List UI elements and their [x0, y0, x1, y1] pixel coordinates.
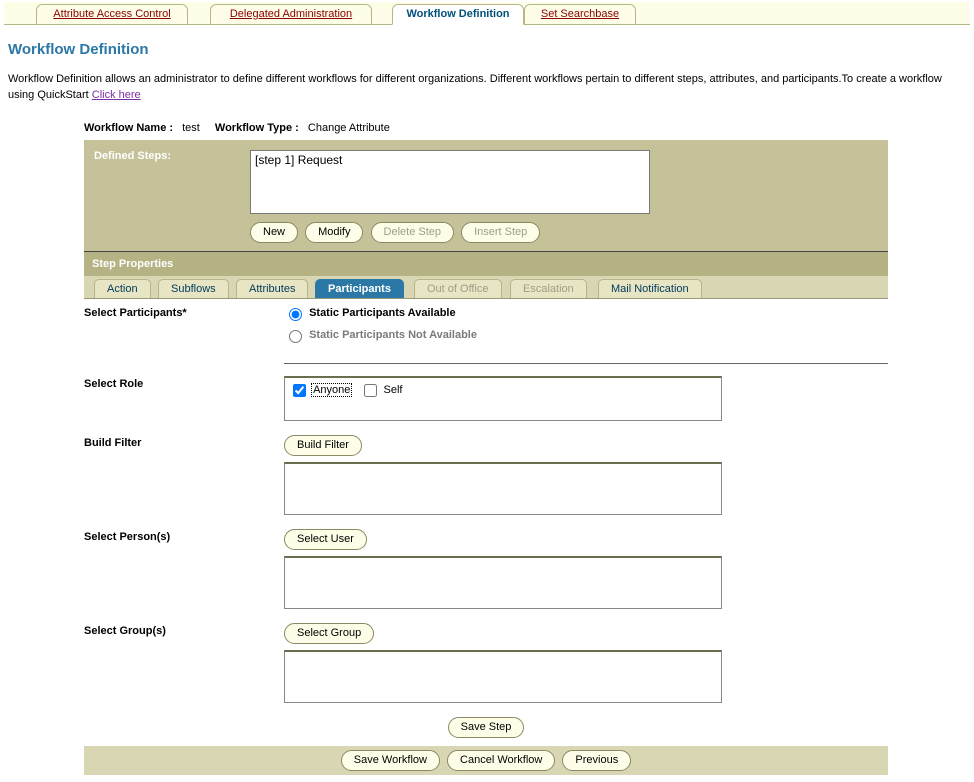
subtab-out-of-office: Out of Office — [414, 279, 502, 298]
defined-steps-label: Defined Steps: — [94, 150, 250, 214]
radio-static-not-available-label: Static Participants Not Available — [309, 329, 477, 341]
tab-workflow-definition[interactable]: Workflow Definition — [392, 4, 524, 25]
role-self-checkbox[interactable] — [364, 384, 377, 397]
select-role-label: Select Role — [84, 376, 284, 421]
subtab-participants[interactable]: Participants — [315, 279, 404, 298]
intro-text: Workflow Definition allows an administra… — [8, 72, 966, 104]
step-item[interactable]: [step 1] Request — [255, 153, 645, 167]
subtab-action[interactable]: Action — [94, 279, 151, 298]
wf-type-value: Change Attribute — [302, 122, 402, 134]
persons-box[interactable] — [284, 556, 722, 609]
tab-delegated-admin[interactable]: Delegated Administration — [210, 4, 372, 25]
workflow-meta: Workflow Name : test Workflow Type : Cha… — [84, 122, 888, 134]
modify-step-button[interactable]: Modify — [305, 222, 363, 243]
save-step-button[interactable]: Save Step — [448, 717, 525, 738]
role-box: Anyone Self — [284, 376, 722, 421]
groups-box[interactable] — [284, 650, 722, 703]
subtab-attributes[interactable]: Attributes — [236, 279, 308, 298]
build-filter-label: Build Filter — [84, 435, 284, 515]
select-user-button[interactable]: Select User — [284, 529, 367, 550]
save-workflow-button[interactable]: Save Workflow — [341, 750, 440, 771]
select-group-button[interactable]: Select Group — [284, 623, 374, 644]
radio-static-available[interactable] — [289, 308, 302, 321]
select-participants-label: Select Participants* — [84, 305, 284, 349]
top-tab-row: Attribute Access Control Delegated Admin… — [4, 2, 970, 25]
radio-static-available-label: Static Participants Available — [309, 307, 456, 319]
defined-steps-listbox[interactable]: [step 1] Request — [250, 150, 650, 214]
wf-name-label: Workflow Name : — [84, 122, 173, 134]
wf-name-value: test — [176, 122, 212, 134]
tab-attr-access-control[interactable]: Attribute Access Control — [36, 4, 188, 25]
page-title: Workflow Definition — [8, 41, 970, 58]
insert-step-button: Insert Step — [461, 222, 540, 243]
previous-button[interactable]: Previous — [562, 750, 631, 771]
select-groups-label: Select Group(s) — [84, 623, 284, 703]
select-persons-label: Select Person(s) — [84, 529, 284, 609]
role-anyone-checkbox[interactable] — [293, 384, 306, 397]
build-filter-button[interactable]: Build Filter — [284, 435, 362, 456]
role-anyone-label: Anyone — [312, 384, 351, 396]
delete-step-button: Delete Step — [371, 222, 454, 243]
tab-set-searchbase[interactable]: Set Searchbase — [524, 4, 636, 25]
step-subtab-row: Action Subflows Attributes Participants … — [84, 276, 888, 299]
cancel-workflow-button[interactable]: Cancel Workflow — [447, 750, 555, 771]
separator — [284, 363, 888, 364]
intro-body: Workflow Definition allows an administra… — [8, 73, 942, 101]
role-self-label: Self — [384, 384, 403, 396]
subtab-subflows[interactable]: Subflows — [158, 279, 229, 298]
radio-static-not-available[interactable] — [289, 330, 302, 343]
filter-box[interactable] — [284, 462, 722, 515]
wf-type-label: Workflow Type : — [215, 122, 299, 134]
new-step-button[interactable]: New — [250, 222, 298, 243]
subtab-escalation: Escalation — [510, 279, 587, 298]
step-properties-header: Step Properties — [84, 251, 888, 276]
defined-steps-panel: Defined Steps: [step 1] Request New Modi… — [84, 140, 888, 251]
quickstart-link[interactable]: Click here — [92, 89, 141, 101]
subtab-mail-notification[interactable]: Mail Notification — [598, 279, 702, 298]
bottom-action-bar: Save Workflow Cancel Workflow Previous — [84, 746, 888, 775]
